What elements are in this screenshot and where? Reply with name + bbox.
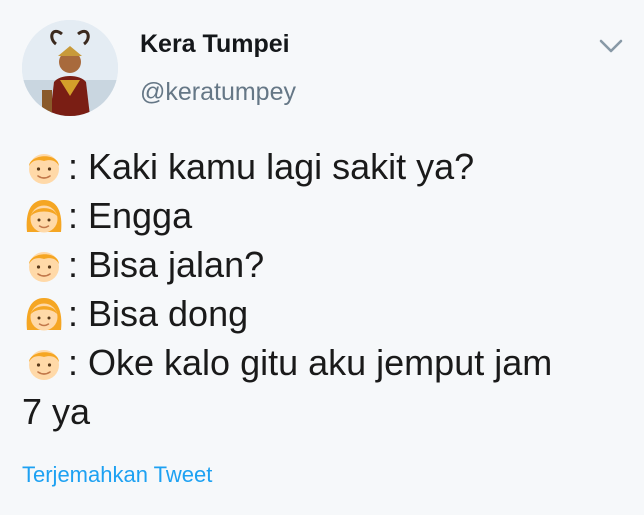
girl-face-emoji-icon: [22, 194, 66, 238]
author-display-name[interactable]: Kera Tumpei: [140, 30, 290, 59]
chevron-down-icon[interactable]: [598, 36, 624, 56]
avatar[interactable]: [22, 20, 118, 116]
dialogue-continuation: 7 ya: [22, 387, 622, 436]
dialogue-text: : Bisa jalan?: [68, 244, 265, 285]
tweet-body: : Kaki kamu lagi sakit ya? : Engga : Bis…: [22, 142, 622, 436]
dialogue-text: 7 ya: [22, 391, 91, 432]
avatar-image: [22, 20, 118, 116]
boy-face-emoji-icon: [22, 341, 66, 385]
dialogue-text: : Kaki kamu lagi sakit ya?: [68, 146, 475, 187]
dialogue-line: : Bisa jalan?: [22, 240, 622, 289]
girl-face-emoji-icon: [22, 292, 66, 336]
boy-face-emoji-icon: [22, 145, 66, 189]
dialogue-text: : Bisa dong: [68, 293, 249, 334]
tweet-card: Kera Tumpei @keratumpey : Kaki kamu lagi…: [0, 0, 644, 515]
dialogue-line: : Bisa dong: [22, 289, 622, 338]
dialogue-text: : Engga: [68, 195, 193, 236]
dialogue-text: : Oke kalo gitu aku jemput jam: [68, 342, 553, 383]
translate-tweet-link[interactable]: Terjemahkan Tweet: [22, 462, 212, 488]
author-handle[interactable]: @keratumpey: [140, 78, 296, 107]
boy-face-emoji-icon: [22, 243, 66, 287]
dialogue-line: : Engga: [22, 191, 622, 240]
dialogue-line: : Kaki kamu lagi sakit ya?: [22, 142, 622, 191]
dialogue-line: : Oke kalo gitu aku jemput jam: [22, 338, 622, 387]
